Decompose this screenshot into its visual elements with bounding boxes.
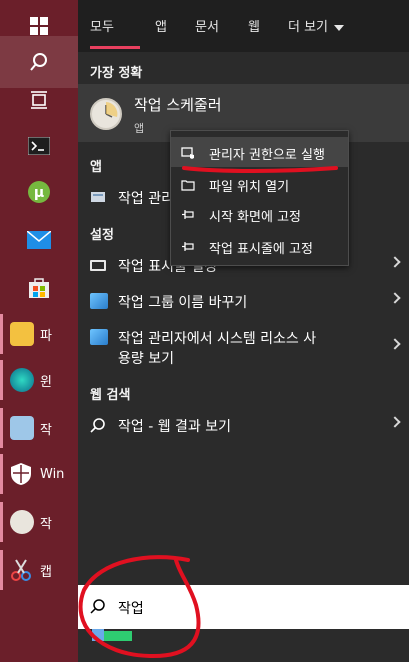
active-tab-indicator bbox=[90, 46, 140, 49]
start-search-screen: µ 파 윈 작 Win 작 캡 모두 앱 문서 웹 더 보기 가장 정확 작업 … bbox=[0, 0, 409, 662]
tab-more-label: 더 보기 bbox=[288, 20, 329, 35]
web-result-label: 작업 - 웹 결과 보기 bbox=[118, 419, 232, 435]
app-result-label: 작업 관리 bbox=[118, 191, 174, 207]
taskbar-bottom bbox=[78, 629, 409, 662]
taskbar-app-capture[interactable]: 캡 bbox=[0, 546, 78, 594]
store-taskbar-button[interactable] bbox=[0, 262, 78, 314]
scissors-icon bbox=[10, 558, 34, 582]
task-scheduler-icon bbox=[90, 98, 122, 130]
tab-all[interactable]: 모두 bbox=[90, 16, 114, 35]
store-icon bbox=[27, 276, 51, 300]
taskbar: µ 파 윈 작 Win 작 캡 bbox=[0, 0, 78, 662]
menu-item-pin-start[interactable]: 시작 화면에 고정 bbox=[171, 199, 348, 229]
task-view-icon bbox=[27, 88, 51, 112]
section-web-search: 웹 검색 bbox=[90, 388, 131, 403]
search-icon bbox=[90, 417, 108, 433]
settings-result-label: 작업 그룹 이름 바꾸기 bbox=[118, 295, 248, 311]
taskbar-app-label: 파 bbox=[40, 328, 52, 344]
taskbar-app-explorer[interactable]: 파 bbox=[0, 310, 78, 358]
menu-item-open-location[interactable]: 파일 위치 열기 bbox=[171, 169, 348, 199]
mail-taskbar-button[interactable] bbox=[0, 214, 78, 266]
chevron-down-icon bbox=[334, 24, 345, 31]
utorrent-icon: µ bbox=[27, 180, 51, 204]
menu-item-pin-taskbar[interactable]: 작업 표시줄에 고정 bbox=[171, 231, 348, 261]
pin-icon bbox=[181, 239, 195, 253]
windows-logo-icon bbox=[27, 14, 51, 38]
filter-tabs: 모두 앱 문서 웹 더 보기 bbox=[78, 0, 409, 52]
taskbar-app-label: 캡 bbox=[40, 564, 52, 580]
shield-run-icon bbox=[181, 145, 195, 159]
taskbar-app-label: 윈 bbox=[40, 374, 52, 390]
taskbar-app-security[interactable]: Win bbox=[0, 450, 78, 498]
taskbar-app-2[interactable]: 윈 bbox=[0, 356, 78, 404]
best-match-subtitle: 앱 bbox=[134, 122, 145, 135]
task-view-button[interactable] bbox=[0, 74, 78, 126]
tab-web[interactable]: 웹 bbox=[248, 16, 260, 35]
mail-icon bbox=[27, 228, 51, 252]
best-match-title: 작업 스케줄러 bbox=[134, 96, 222, 114]
tab-apps[interactable]: 앱 bbox=[155, 16, 167, 35]
taskbar-app-scheduler[interactable]: 작 bbox=[0, 498, 78, 546]
web-result[interactable]: 작업 - 웹 결과 보기 bbox=[78, 408, 409, 442]
section-apps: 앱 bbox=[90, 160, 102, 175]
folder-icon bbox=[10, 322, 34, 346]
taskbar-settings-icon bbox=[90, 260, 106, 271]
laptop-icon bbox=[90, 293, 108, 309]
menu-item-label: 관리자 권한으로 실행 bbox=[209, 148, 325, 163]
context-menu: 관리자 권한으로 실행 파일 위치 열기 시작 화면에 고정 작업 표시줄에 고… bbox=[170, 130, 349, 266]
laptop-icon bbox=[90, 329, 108, 345]
settings-result-label-line1: 작업 관리자에서 시스템 리소스 사 bbox=[118, 331, 317, 347]
section-settings: 설정 bbox=[90, 228, 114, 243]
section-best-match: 가장 정확 bbox=[90, 66, 143, 81]
terminal-icon bbox=[27, 134, 51, 158]
task-manager-icon bbox=[10, 416, 34, 440]
menu-item-run-as-admin[interactable]: 관리자 권한으로 실행 bbox=[171, 137, 348, 167]
chevron-right-icon[interactable] bbox=[389, 292, 401, 304]
terminal-taskbar-button[interactable] bbox=[0, 120, 78, 172]
shortcut-icon bbox=[92, 629, 104, 641]
svg-text:µ: µ bbox=[34, 185, 44, 201]
menu-item-label: 파일 위치 열기 bbox=[209, 180, 290, 195]
utorrent-taskbar-button[interactable]: µ bbox=[0, 166, 78, 218]
taskbar-app-label: 작 bbox=[40, 516, 52, 532]
task-manager-icon bbox=[90, 189, 108, 205]
settings-result-resources[interactable]: 작업 관리자에서 시스템 리소스 사 용량 보기 bbox=[78, 320, 409, 370]
search-icon bbox=[90, 598, 106, 614]
menu-item-label: 작업 표시줄에 고정 bbox=[209, 242, 313, 257]
shield-icon bbox=[10, 462, 34, 486]
taskbar-app-3[interactable]: 작 bbox=[0, 404, 78, 452]
chevron-right-icon[interactable] bbox=[389, 338, 401, 350]
app-globe-icon bbox=[10, 368, 34, 392]
tab-more[interactable]: 더 보기 bbox=[288, 16, 345, 35]
settings-result-label-line2: 용량 보기 bbox=[118, 351, 174, 367]
folder-outline-icon bbox=[181, 177, 195, 191]
settings-result-rename-group[interactable]: 작업 그룹 이름 바꾸기 bbox=[78, 284, 409, 318]
clock-icon bbox=[10, 510, 34, 534]
chevron-right-icon[interactable] bbox=[389, 256, 401, 268]
search-icon bbox=[27, 50, 51, 74]
taskbar-app-label: Win bbox=[40, 466, 65, 482]
search-results-panel: 모두 앱 문서 웹 더 보기 가장 정확 작업 스케줄러 앱 앱 작업 관리 설… bbox=[78, 0, 409, 585]
search-box[interactable]: 작업 bbox=[78, 585, 409, 629]
search-input[interactable]: 작업 bbox=[118, 598, 144, 618]
pin-icon bbox=[181, 207, 195, 221]
taskbar-app-label: 작 bbox=[40, 422, 52, 438]
menu-item-label: 시작 화면에 고정 bbox=[209, 210, 301, 225]
chevron-right-icon[interactable] bbox=[389, 416, 401, 428]
tab-documents[interactable]: 문서 bbox=[195, 16, 219, 35]
